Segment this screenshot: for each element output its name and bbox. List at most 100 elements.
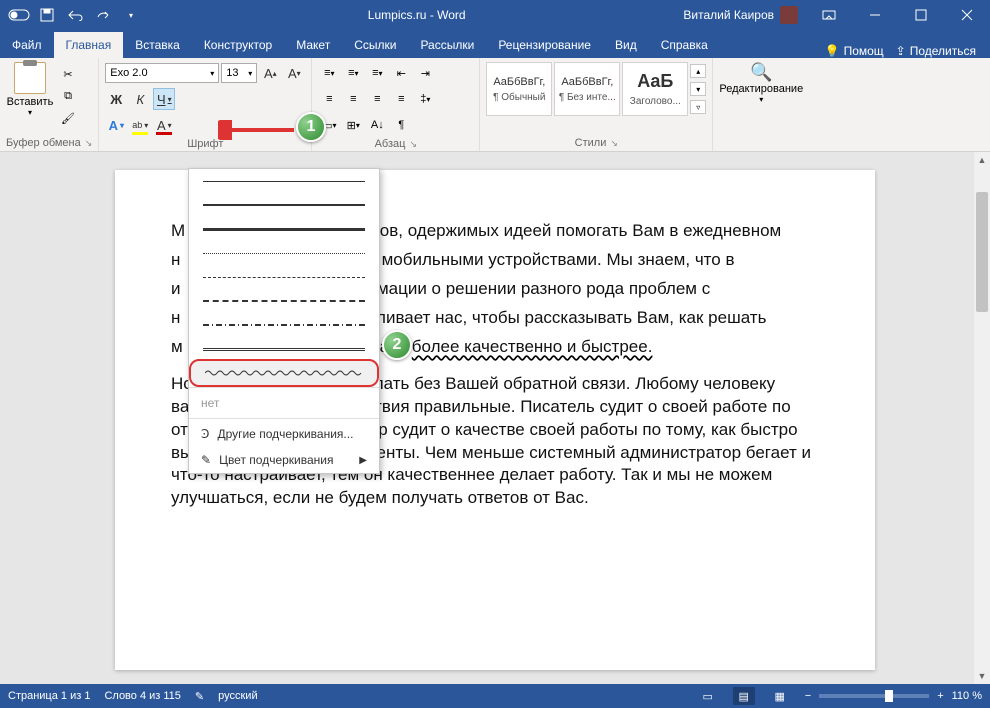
increase-indent-button[interactable]: ⇥ — [414, 62, 436, 84]
tab-home[interactable]: Главная — [54, 32, 124, 58]
underline-color[interactable]: ✎Цвет подчеркивания▶ — [189, 447, 379, 473]
underline-thick[interactable] — [189, 217, 379, 241]
tab-file[interactable]: Файл — [0, 32, 54, 58]
multilevel-button[interactable]: ≡▾ — [366, 62, 388, 84]
pen-icon: ✎ — [201, 453, 211, 467]
cut-button[interactable]: ✂ — [58, 66, 78, 82]
tab-references[interactable]: Ссылки — [342, 32, 408, 58]
shrink-font-button[interactable]: A▾ — [283, 62, 305, 84]
bullets-button[interactable]: ≡▾ — [318, 62, 340, 84]
zoom-in[interactable]: + — [937, 690, 943, 702]
borders-button[interactable]: ⊞▾ — [342, 114, 364, 136]
align-right-button[interactable]: ≡ — [366, 88, 388, 110]
redo-button[interactable] — [90, 2, 116, 28]
text-effects-button[interactable]: A▾ — [105, 114, 127, 136]
tab-view[interactable]: Вид — [603, 32, 649, 58]
underline-none[interactable]: нет — [189, 390, 379, 416]
underline-medium[interactable] — [189, 193, 379, 217]
font-color-button[interactable]: A▾ — [153, 114, 175, 136]
show-marks-button[interactable]: ¶ — [390, 114, 412, 136]
ribbon-options-button[interactable] — [806, 0, 852, 30]
group-paragraph: ≡▾ ≡▾ ≡▾ ⇤ ⇥ ≡ ≡ ≡ ≡ ‡▾ ▭▾ ⊞▾ A↓ ¶ Абзац… — [312, 58, 480, 151]
numbering-button[interactable]: ≡▾ — [342, 62, 364, 84]
clipboard-icon — [14, 62, 46, 94]
sort-button[interactable]: A↓ — [366, 114, 388, 136]
scroll-thumb[interactable] — [976, 192, 988, 312]
autosave-toggle[interactable] — [6, 2, 32, 28]
align-center-button[interactable]: ≡ — [342, 88, 364, 110]
document-area: Мxxxxxxxxxxxxxxxxxxxxxxтов, одержимых ид… — [0, 152, 990, 684]
underline-dashed[interactable] — [189, 265, 379, 289]
editing-menu[interactable]: 🔍 Редактирование ▾ — [719, 62, 803, 104]
save-icon[interactable] — [34, 2, 60, 28]
decrease-indent-button[interactable]: ⇤ — [390, 62, 412, 84]
underline-double[interactable] — [189, 337, 379, 361]
share-button[interactable]: ⇪Поделиться — [896, 44, 976, 58]
view-read-mode[interactable]: ▭ — [697, 687, 719, 705]
undo-button[interactable] — [62, 2, 88, 28]
underline-dash-dot[interactable] — [189, 313, 379, 337]
format-painter-button[interactable]: 🖌 — [58, 110, 78, 126]
share-icon: ⇪ — [896, 44, 906, 58]
tell-me[interactable]: 💡Помощ — [825, 44, 884, 58]
tab-layout[interactable]: Макет — [284, 32, 342, 58]
styles-launcher[interactable]: ↘ — [610, 138, 618, 149]
style-heading1[interactable]: АаБЗаголово... — [622, 62, 688, 116]
zoom-out[interactable]: − — [805, 690, 811, 702]
qat-customize[interactable]: ▾ — [118, 2, 144, 28]
paste-button[interactable]: Вставить ▾ — [6, 62, 54, 117]
justify-button[interactable]: ≡ — [390, 88, 412, 110]
copy-button[interactable]: ⧉ — [58, 88, 78, 104]
callout-1: 1 — [296, 112, 326, 142]
align-left-button[interactable]: ≡ — [318, 88, 340, 110]
user-account[interactable]: Виталий Каиров — [683, 6, 806, 24]
zoom-controls: − + 110 % — [805, 690, 982, 702]
paragraph-launcher[interactable]: ↘ — [409, 139, 417, 150]
annotation-arrow-1 — [218, 120, 298, 140]
tab-insert[interactable]: Вставка — [123, 32, 192, 58]
status-page[interactable]: Страница 1 из 1 — [8, 690, 90, 702]
search-icon: 🔍 — [750, 62, 772, 83]
proofing-icon[interactable]: ✎ — [195, 690, 204, 703]
grow-font-button[interactable]: A▴ — [259, 62, 281, 84]
zoom-slider[interactable] — [819, 694, 929, 698]
italic-button[interactable]: К — [129, 88, 151, 110]
clipboard-launcher[interactable]: ↘ — [85, 138, 93, 149]
underline-long-dash[interactable] — [189, 289, 379, 313]
tab-mailings[interactable]: Рассылки — [408, 32, 486, 58]
group-clipboard-label: Буфер обмена — [6, 137, 81, 149]
tab-review[interactable]: Рецензирование — [486, 32, 603, 58]
underline-wavy[interactable] — [189, 359, 379, 387]
bold-button[interactable]: Ж — [105, 88, 127, 110]
window-controls — [806, 0, 990, 30]
maximize-button[interactable] — [898, 0, 944, 30]
underline-dotted[interactable] — [189, 241, 379, 265]
status-language[interactable]: русский — [218, 690, 257, 702]
scroll-up[interactable]: ▲ — [974, 152, 990, 168]
highlight-button[interactable]: ab▾ — [129, 114, 151, 136]
styles-gallery-more[interactable]: ▴▾▿ — [690, 62, 706, 116]
vertical-scrollbar[interactable]: ▲ ▼ — [974, 152, 990, 684]
underline-more[interactable]: ꜾДругие подчеркивания... — [189, 421, 379, 447]
ribbon-tabs: Файл Главная Вставка Конструктор Макет С… — [0, 30, 990, 58]
minimize-button[interactable] — [852, 0, 898, 30]
underline-button[interactable]: Ч▾ — [153, 88, 175, 110]
close-button[interactable] — [944, 0, 990, 30]
wavy-underlined-text: более качественно и быстрее. — [412, 337, 653, 356]
font-size-combo[interactable]: 13▾ — [221, 63, 257, 83]
status-words[interactable]: Слово 4 из 115 — [104, 690, 180, 702]
style-no-spacing[interactable]: АаБбВвГг,¶ Без инте... — [554, 62, 620, 116]
zoom-value[interactable]: 110 % — [952, 690, 982, 702]
style-normal[interactable]: АаБбВвГг,¶ Обычный — [486, 62, 552, 116]
font-name-combo[interactable]: Exo 2.0▾ — [105, 63, 219, 83]
tab-help[interactable]: Справка — [649, 32, 720, 58]
view-web-layout[interactable]: ▦ — [769, 687, 791, 705]
underline-thin[interactable] — [189, 169, 379, 193]
scroll-down[interactable]: ▼ — [974, 668, 990, 684]
line-spacing-button[interactable]: ‡▾ — [414, 88, 436, 110]
view-print-layout[interactable]: ▤ — [733, 687, 755, 705]
tab-design[interactable]: Конструктор — [192, 32, 284, 58]
user-avatar — [780, 6, 798, 24]
group-editing: 🔍 Редактирование ▾ — [713, 58, 809, 151]
underline-dropdown: нет ꜾДругие подчеркивания... ✎Цвет подче… — [188, 168, 380, 474]
